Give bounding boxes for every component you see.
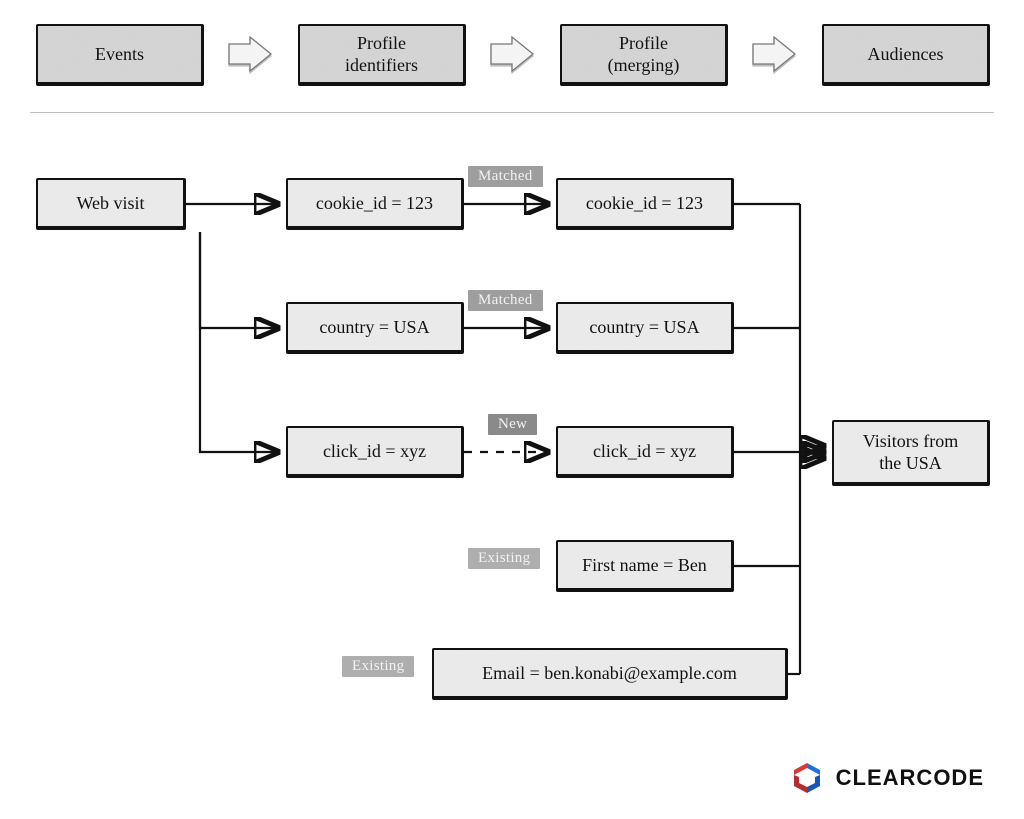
identifier-cookie-label: cookie_id = 123 xyxy=(316,192,433,215)
event-web-visit-label: Web visit xyxy=(76,192,144,215)
audience-usa-label: Visitors from the USA xyxy=(863,430,958,475)
event-web-visit: Web visit xyxy=(36,178,186,230)
header-identifiers: Profile identifiers xyxy=(298,24,466,86)
profile-email: Email = ben.konabi@example.com xyxy=(432,648,788,700)
brand-name: CLEARCODE xyxy=(836,765,984,791)
profile-first-name-label: First name = Ben xyxy=(582,554,707,577)
identifier-country-label: country = USA xyxy=(319,316,429,339)
header-merging-label: Profile (merging) xyxy=(608,32,680,77)
profile-first-name: First name = Ben xyxy=(556,540,734,592)
header-audiences: Audiences xyxy=(822,24,990,86)
chevron-icon xyxy=(752,36,796,72)
identifier-cookie: cookie_id = 123 xyxy=(286,178,464,230)
profile-cookie-label: cookie_id = 123 xyxy=(586,192,703,215)
profile-email-label: Email = ben.konabi@example.com xyxy=(482,662,737,685)
header-identifiers-label: Profile identifiers xyxy=(345,32,418,77)
header-events: Events xyxy=(36,24,204,86)
chevron-icon xyxy=(228,36,272,72)
identifier-click-label: click_id = xyz xyxy=(323,440,426,463)
tag-existing-2: Existing xyxy=(342,656,414,677)
clearcode-mark-icon xyxy=(790,761,824,795)
profile-cookie: cookie_id = 123 xyxy=(556,178,734,230)
tag-matched-2: Matched xyxy=(468,290,543,311)
brand-logo: CLEARCODE xyxy=(790,761,984,795)
chevron-icon xyxy=(490,36,534,72)
identifier-country: country = USA xyxy=(286,302,464,354)
header-audiences-label: Audiences xyxy=(868,43,944,66)
tag-matched-1: Matched xyxy=(468,166,543,187)
profile-country: country = USA xyxy=(556,302,734,354)
tag-new: New xyxy=(488,414,537,435)
profile-country-label: country = USA xyxy=(589,316,699,339)
divider xyxy=(30,112,994,113)
profile-click-label: click_id = xyz xyxy=(593,440,696,463)
tag-existing-1: Existing xyxy=(468,548,540,569)
header-events-label: Events xyxy=(95,43,144,66)
identifier-click: click_id = xyz xyxy=(286,426,464,478)
audience-usa: Visitors from the USA xyxy=(832,420,990,486)
header-merging: Profile (merging) xyxy=(560,24,728,86)
profile-click: click_id = xyz xyxy=(556,426,734,478)
